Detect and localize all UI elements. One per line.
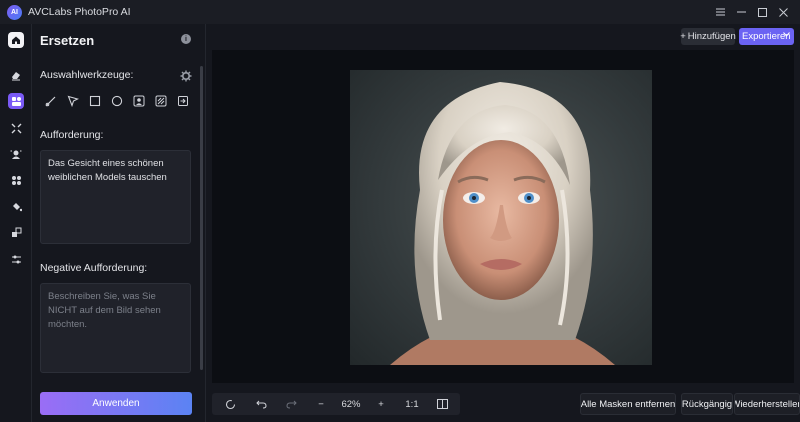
settings-panel: Ersetzen i Auswahlwerkzeuge: Aufforderun… xyxy=(32,24,206,422)
minimize-icon[interactable] xyxy=(731,0,752,24)
actual-size-button[interactable]: 1:1 xyxy=(400,393,424,415)
prompt-label: Aufforderung: xyxy=(40,129,104,141)
view-toolbar: − 62% + 1:1 xyxy=(212,393,460,415)
window-controls xyxy=(710,0,794,24)
zoom-in-icon[interactable]: + xyxy=(372,393,390,415)
ellipse-select-icon[interactable] xyxy=(106,94,128,108)
add-button[interactable]: + Hinzufügen xyxy=(680,28,736,45)
brush-icon[interactable] xyxy=(40,94,62,108)
app-logo: AI xyxy=(7,4,22,20)
zoom-out-icon[interactable]: − xyxy=(312,393,330,415)
negative-prompt-label: Negative Aufforderung: xyxy=(40,262,148,274)
import-mask-icon[interactable] xyxy=(172,94,194,108)
info-icon[interactable]: i xyxy=(181,34,191,44)
add-button-label: Hinzufügen xyxy=(687,31,736,42)
apply-button[interactable]: Anwenden xyxy=(40,392,192,415)
selection-tools-label: Auswahlwerkzeuge: xyxy=(40,69,134,81)
object-icon[interactable] xyxy=(8,172,24,188)
reset-icon[interactable] xyxy=(220,393,240,415)
background-select-icon[interactable] xyxy=(150,94,172,108)
adjust-icon[interactable] xyxy=(8,251,24,267)
redo-button[interactable]: Wiederherstellen xyxy=(734,393,800,415)
remove-all-masks-button[interactable]: Alle Masken entfernen xyxy=(580,393,676,415)
panel-scrollbar[interactable] xyxy=(200,66,203,370)
export-button[interactable]: Exportieren xyxy=(739,28,794,45)
prompt-input[interactable]: Das Gesicht eines schönen weiblichen Mod… xyxy=(40,150,191,244)
app-title: AVCLabs PhotoPro AI xyxy=(28,6,131,18)
zoom-level: 62% xyxy=(341,398,361,410)
undo-icon[interactable] xyxy=(251,393,271,415)
gear-icon[interactable] xyxy=(180,69,192,82)
person-select-icon[interactable] xyxy=(128,94,150,108)
portrait-illustration xyxy=(390,82,615,365)
fill-icon[interactable] xyxy=(8,198,24,214)
eraser-icon[interactable] xyxy=(8,67,24,83)
rectangle-select-icon[interactable] xyxy=(84,94,106,108)
menu-icon[interactable] xyxy=(710,0,731,24)
expand-icon[interactable] xyxy=(8,120,24,136)
portrait-image[interactable] xyxy=(350,70,652,365)
close-icon[interactable] xyxy=(773,0,794,24)
maximize-icon[interactable] xyxy=(752,0,773,24)
title-bar: AI AVCLabs PhotoPro AI xyxy=(0,0,800,24)
compare-icon[interactable] xyxy=(432,393,452,415)
plus-icon: + xyxy=(680,31,686,42)
replace-icon[interactable] xyxy=(8,93,24,109)
canvas-area[interactable] xyxy=(212,50,794,383)
upscale-icon[interactable] xyxy=(8,224,24,240)
home-icon[interactable] xyxy=(8,32,24,48)
app-logo-text: AI xyxy=(11,8,18,16)
chevron-down-icon[interactable] xyxy=(783,32,790,39)
redo-icon[interactable] xyxy=(281,393,301,415)
lasso-icon[interactable] xyxy=(62,94,84,108)
selection-tools xyxy=(40,94,194,108)
undo-button[interactable]: Rückgängig xyxy=(681,393,733,415)
portrait-icon[interactable] xyxy=(8,146,24,162)
panel-title: Ersetzen xyxy=(40,33,95,48)
info-icon-glyph: i xyxy=(185,35,187,43)
tool-rail xyxy=(0,24,32,422)
negative-prompt-input[interactable]: Beschreiben Sie, was Sie NICHT auf dem B… xyxy=(40,283,191,373)
